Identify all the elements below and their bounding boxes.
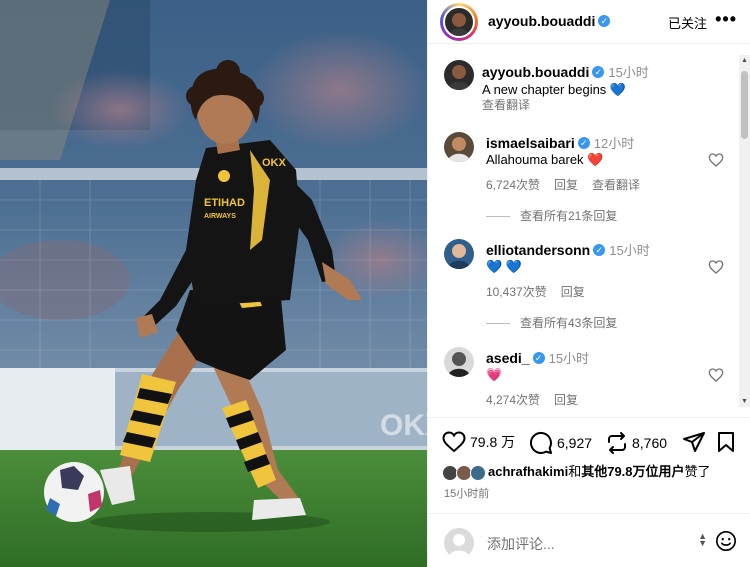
caption-author[interactable]: ayyoub.bouaddi ✓ 15小时 (482, 62, 649, 81)
reply-divider (486, 323, 510, 325)
comment-like-icon[interactable] (708, 259, 724, 275)
comment-text: Allahouma barek ❤️ (486, 152, 604, 167)
commenter-name[interactable]: asedi_ (486, 350, 530, 366)
comment-like-icon[interactable] (708, 152, 724, 168)
reply-button[interactable]: 回复 (554, 393, 578, 407)
commenter-avatar[interactable] (444, 132, 474, 162)
comment-likes[interactable]: 10,437次赞 (486, 285, 547, 299)
commenter-username[interactable]: asedi_ ✓ 15小时 (486, 348, 589, 367)
shirt-sponsor-3: AIRWAYS (204, 213, 236, 220)
current-user-avatar (444, 528, 474, 558)
add-comment-bar: 添加评论... ▲ ▼ (428, 513, 750, 567)
comment-likes[interactable]: 4,274次赞 (486, 393, 540, 407)
scroll-down-icon[interactable]: ▼ (741, 398, 748, 405)
banner-text: OKX (380, 409, 427, 442)
scroll-up-icon[interactable]: ▲ (741, 57, 748, 64)
caption-avatar[interactable] (444, 60, 474, 90)
view-replies[interactable]: 查看所有43条回复 (486, 314, 617, 331)
commenter-username[interactable]: elliotandersonn ✓ 15小时 (486, 240, 650, 259)
repost-icon[interactable] (606, 431, 628, 455)
comments-scrollbar[interactable]: ▲ ▼ (739, 55, 750, 407)
posted-time: 15小时前 (444, 488, 490, 500)
verified-icon: ✓ (532, 352, 545, 365)
commenter-avatar[interactable] (444, 239, 474, 269)
caption-translate-link[interactable]: 查看翻译 (482, 96, 530, 113)
comment-text: 💙 💙 (486, 259, 522, 274)
player-photo: OKX (0, 0, 427, 567)
resize-handle-icon[interactable]: ▲ ▼ (698, 532, 707, 548)
like-action[interactable]: 79.8 万 (442, 431, 515, 453)
shirt-sponsor: OKX (262, 157, 287, 169)
more-options-icon[interactable]: ••• (715, 9, 737, 30)
author-name[interactable]: ayyoub.bouaddi (488, 13, 595, 29)
commenter-name[interactable]: elliotandersonn (486, 242, 590, 258)
reply-button[interactable]: 回复 (554, 178, 578, 192)
caption-author-name[interactable]: ayyoub.bouaddi (482, 64, 589, 80)
comment-time: 15小时 (548, 351, 590, 366)
comment-likes[interactable]: 6,724次赞 (486, 178, 540, 192)
add-comment-input[interactable]: 添加评论... (487, 534, 555, 554)
commenter-avatar[interactable] (444, 347, 474, 377)
post-header: ayyoub.bouaddi ✓ 已关注 ••• (428, 0, 750, 44)
commenter-name[interactable]: ismaelsaibari (486, 135, 575, 151)
comment-action[interactable]: 6,927 (529, 431, 592, 455)
comment-icon[interactable] (529, 431, 553, 455)
liked-by-conj: 和 (568, 464, 582, 479)
scrollbar-thumb[interactable] (741, 71, 748, 139)
verified-icon: ✓ (577, 137, 590, 150)
emoji-icon[interactable] (715, 530, 737, 552)
author-avatar[interactable] (443, 6, 475, 38)
verified-icon: ✓ (598, 15, 611, 28)
view-replies-label[interactable]: 查看所有43条回复 (520, 316, 617, 330)
verified-icon: ✓ (592, 66, 605, 79)
author-username[interactable]: ayyoub.bouaddi ✓ (488, 13, 611, 29)
comment-count[interactable]: 6,927 (557, 435, 592, 451)
other-likers[interactable]: 其他79.8万位用户 (581, 464, 684, 479)
commenter-username[interactable]: ismaelsaibari ✓ 12小时 (486, 133, 634, 152)
view-replies[interactable]: 查看所有21条回复 (486, 207, 617, 224)
liked-by-suffix: 赞了 (684, 464, 711, 479)
comment-meta: 4,274次赞 回复 (486, 391, 592, 408)
like-count[interactable]: 79.8 万 (470, 434, 515, 450)
comment-text: 💗 (486, 367, 503, 382)
comments-list[interactable]: ayyoub.bouaddi ✓ 15小时 A new chapter begins… (428, 45, 738, 417)
action-bar: 79.8 万 6,927 8,760 (428, 417, 750, 465)
liker-avatar (470, 464, 486, 481)
reply-button[interactable]: 回复 (561, 285, 585, 299)
view-replies-label[interactable]: 查看所有21条回复 (520, 209, 617, 223)
post-photo[interactable]: OKX (0, 0, 427, 567)
bookmark-icon[interactable] (716, 431, 736, 453)
comment-like-icon[interactable] (708, 367, 724, 383)
translate-button[interactable]: 查看翻译 (592, 178, 640, 192)
caption-time: 15小时 (608, 65, 649, 80)
reply-divider (486, 216, 510, 218)
post-panel: ayyoub.bouaddi ✓ 已关注 ••• ayyoub.bouaddi ✓ 1… (427, 0, 750, 567)
repost-action[interactable]: 8,760 (606, 431, 667, 455)
verified-icon: ✓ (593, 244, 606, 257)
heart-icon[interactable] (442, 431, 466, 453)
repost-count[interactable]: 8,760 (632, 435, 667, 451)
story-ring[interactable] (440, 3, 478, 41)
comment-meta: 6,724次赞 回复 查看翻译 (486, 176, 654, 193)
shirt-sponsor-2: ETIHAD (204, 197, 245, 209)
comment-time: 12小时 (593, 136, 635, 151)
liker-avatars (442, 464, 488, 481)
share-icon[interactable] (682, 431, 706, 453)
comment-meta: 10,437次赞 回复 (486, 283, 599, 300)
liked-by-summary[interactable]: achrafhakimi和其他79.8万位用户赞了 (442, 461, 711, 481)
following-button[interactable]: 已关注 (668, 13, 707, 32)
comment-time: 15小时 (609, 243, 650, 258)
liker-username[interactable]: achrafhakimi (488, 464, 568, 479)
